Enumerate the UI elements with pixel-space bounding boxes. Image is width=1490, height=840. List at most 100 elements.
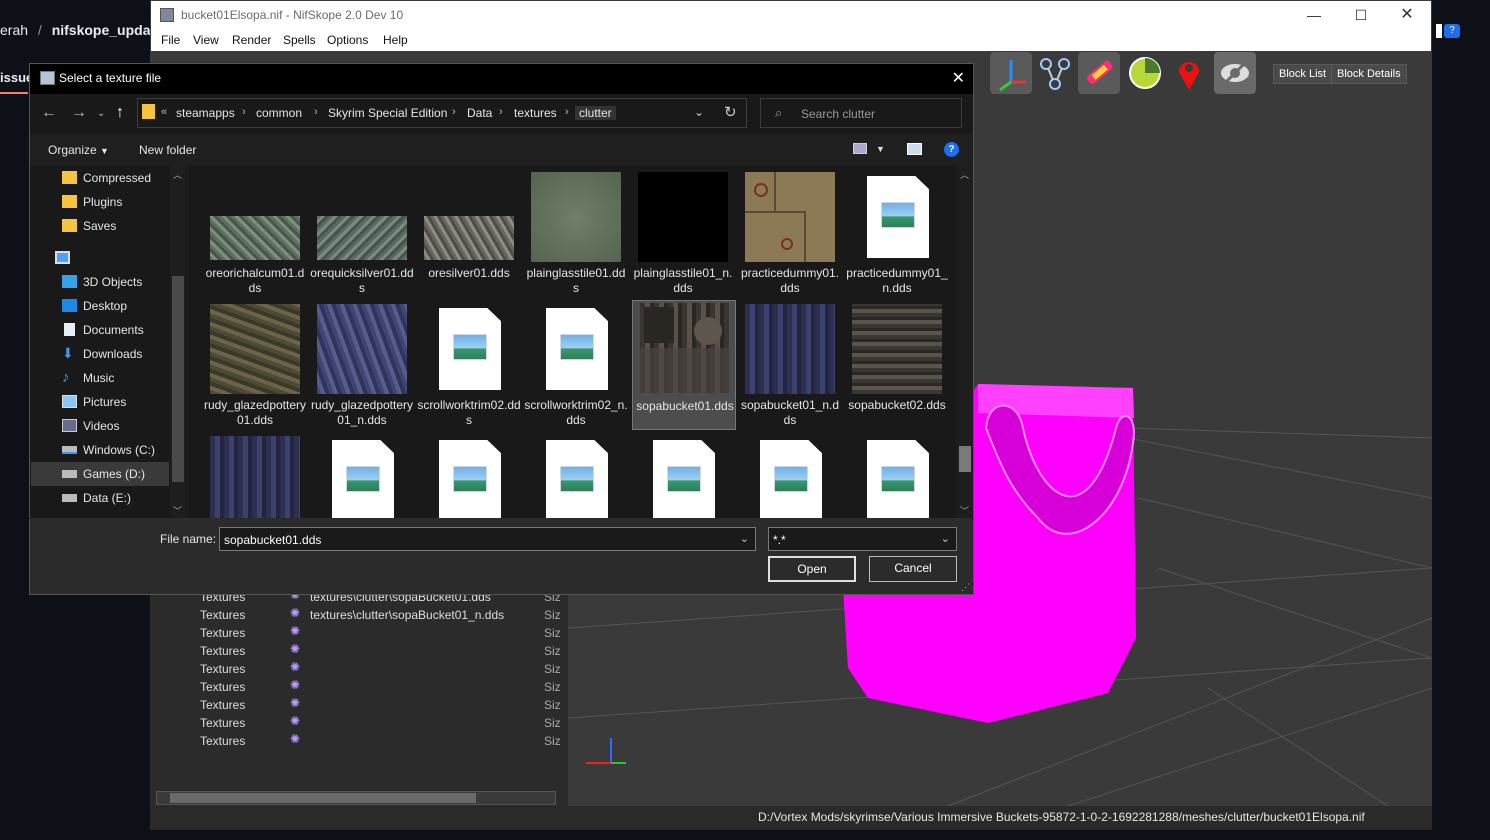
paint-tool-icon[interactable] — [1078, 52, 1120, 94]
nav-item[interactable]: Saves — [83, 219, 116, 233]
file-item[interactable]: practicedummy01_n.dds — [845, 170, 949, 298]
nav-item[interactable]: Desktop — [83, 299, 127, 313]
nav-item[interactable]: Data (E:) — [83, 491, 131, 505]
menu-view[interactable]: View — [193, 33, 219, 47]
file-item[interactable]: plainglasstile01_n.dds — [631, 170, 735, 298]
axes-tool-icon[interactable] — [990, 52, 1032, 94]
cancel-button[interactable]: Cancel — [869, 556, 957, 582]
chevron-down-icon[interactable]: ⌄ — [740, 532, 749, 545]
file-item[interactable]: scrollworktrim02_n.dds — [524, 302, 628, 430]
breadcrumb-common[interactable]: common — [256, 106, 302, 120]
repo-owner-link[interactable]: erah — [0, 22, 28, 38]
file-item[interactable]: sopabucket01_n.dds — [738, 302, 842, 430]
close-button[interactable]: ✕ — [1384, 5, 1430, 25]
nav-item[interactable]: Downloads — [83, 347, 142, 361]
breadcrumb-textures[interactable]: textures — [514, 106, 557, 120]
file-item[interactable]: scrollworktrim02.dds — [417, 302, 521, 430]
file-item[interactable]: practicedummy01.dds — [738, 170, 842, 298]
forward-arrow-icon[interactable]: → — [71, 104, 87, 122]
image-file-icon[interactable] — [760, 440, 822, 522]
file-item-selected[interactable]: sopabucket01.dds — [632, 300, 736, 430]
table-row[interactable]: Textures ✺ Siz — [156, 660, 561, 678]
new-folder-button[interactable]: New folder — [139, 143, 196, 157]
repo-name-link[interactable]: nifskope_update — [52, 22, 163, 38]
image-file-icon[interactable] — [546, 440, 608, 522]
file-item[interactable]: sopabucket02.dds — [845, 302, 949, 430]
menu-options[interactable]: Options — [327, 33, 368, 47]
search-input[interactable]: ⌕ Search clutter — [760, 98, 962, 128]
table-row[interactable]: Textures ✺ Siz — [156, 714, 561, 732]
menu-render[interactable]: Render — [232, 33, 271, 47]
file-item[interactable]: oresilver01.dds — [417, 170, 521, 298]
refresh-icon[interactable]: ↻ — [724, 103, 737, 121]
file-type-select[interactable]: *.* ⌄ — [768, 527, 957, 551]
image-file-icon[interactable] — [867, 440, 929, 522]
table-row[interactable]: Textures ✺ Siz — [156, 696, 561, 714]
table-row[interactable]: Textures ✺ textures\clutter\sopaBucket01_n… — [156, 606, 561, 624]
lighting-tool-icon[interactable] — [1124, 52, 1166, 94]
nav-item[interactable]: Videos — [83, 419, 119, 433]
nav-item[interactable]: Compressed — [83, 171, 151, 185]
recent-locations-chevron-icon[interactable]: ⌄ — [97, 108, 105, 119]
dialog-close-icon[interactable]: ✕ — [952, 68, 965, 88]
table-row[interactable]: Textures ✺ Siz — [156, 732, 561, 750]
scroll-down-icon[interactable]: ﹀ — [173, 504, 182, 517]
image-file-icon[interactable] — [332, 440, 394, 522]
table-row[interactable]: Textures ✺ Siz — [156, 624, 561, 642]
breadcrumb-clutter[interactable]: clutter — [575, 106, 616, 120]
preview-pane-icon[interactable] — [907, 143, 922, 155]
file-name: orequicksilver01.dds — [310, 266, 414, 295]
address-dropdown-chevron-icon[interactable]: ⌄ — [694, 105, 704, 119]
computer-icon[interactable] — [55, 251, 70, 264]
visibility-toggle-icon[interactable] — [1214, 52, 1256, 94]
up-arrow-icon[interactable]: ↑ — [116, 104, 124, 122]
location-marker-icon[interactable] — [1168, 52, 1210, 94]
chevron-down-icon[interactable]: ⌄ — [941, 532, 950, 545]
block-list-button[interactable]: Block List — [1273, 64, 1333, 84]
nav-item[interactable]: Documents — [83, 323, 144, 337]
nav-item[interactable]: Games (D:) — [83, 467, 145, 481]
nav-item[interactable]: Music — [83, 371, 114, 385]
scroll-up-icon[interactable]: ︿ — [173, 168, 182, 181]
resize-grip-icon[interactable]: ⋰ — [961, 582, 970, 593]
image-file-icon[interactable] — [653, 440, 715, 522]
nav-item[interactable]: Windows (C:) — [83, 443, 155, 457]
back-arrow-icon[interactable]: ← — [41, 104, 57, 122]
view-mode-icon[interactable] — [853, 143, 867, 154]
view-dropdown-icon[interactable]: ▼ — [876, 144, 885, 154]
file-item[interactable]: orequicksilver01.dds — [310, 170, 414, 298]
skeleton-tool-icon[interactable] — [1034, 52, 1076, 94]
breadcrumb-steamapps[interactable]: steamapps — [176, 106, 235, 120]
scroll-up-icon[interactable]: ︿ — [960, 168, 969, 181]
help-icon[interactable]: ? — [1444, 24, 1460, 38]
menu-spells[interactable]: Spells — [283, 33, 316, 47]
organize-button[interactable]: Organize ▼ — [48, 143, 109, 157]
minimize-button[interactable]: — — [1291, 5, 1337, 25]
file-item[interactable]: rudy_glazedpottery01.dds — [203, 302, 307, 430]
menu-file[interactable]: File — [161, 33, 180, 47]
nav-item[interactable]: Plugins — [83, 195, 122, 209]
breadcrumb-data[interactable]: Data — [467, 106, 492, 120]
menu-help[interactable]: Help — [383, 33, 408, 47]
scrollbar-thumb[interactable] — [170, 793, 476, 803]
nav-scrollbar-thumb[interactable] — [172, 276, 184, 482]
file-item[interactable]: rudy_glazedpottery01_n.dds — [310, 302, 414, 430]
image-file-icon[interactable] — [439, 440, 501, 522]
file-item[interactable]: plainglasstile01.dds — [524, 170, 628, 298]
table-row[interactable]: Textures ✺ Siz — [156, 678, 561, 696]
nav-item[interactable]: 3D Objects — [83, 275, 142, 289]
block-details-button[interactable]: Block Details — [1331, 64, 1407, 84]
scroll-down-icon[interactable]: ﹀ — [960, 504, 969, 517]
help-icon[interactable]: ? — [944, 142, 959, 157]
breadcrumb-skyrim[interactable]: Skyrim Special Edition — [328, 106, 447, 120]
open-button[interactable]: Open — [768, 556, 856, 582]
file-item[interactable]: oreorichalcum01.dds — [203, 170, 307, 298]
texture-thumbnail — [638, 172, 728, 262]
texture-thumbnail[interactable] — [210, 436, 300, 518]
file-name-input[interactable]: sopabucket01.dds ⌄ — [219, 527, 756, 551]
files-scrollbar-thumb[interactable] — [959, 446, 971, 472]
nav-item[interactable]: Pictures — [83, 395, 126, 409]
table-row[interactable]: Textures ✺ Siz — [156, 642, 561, 660]
maximize-button[interactable]: ☐ — [1338, 5, 1384, 25]
overflow-chevron[interactable]: « — [161, 106, 167, 118]
